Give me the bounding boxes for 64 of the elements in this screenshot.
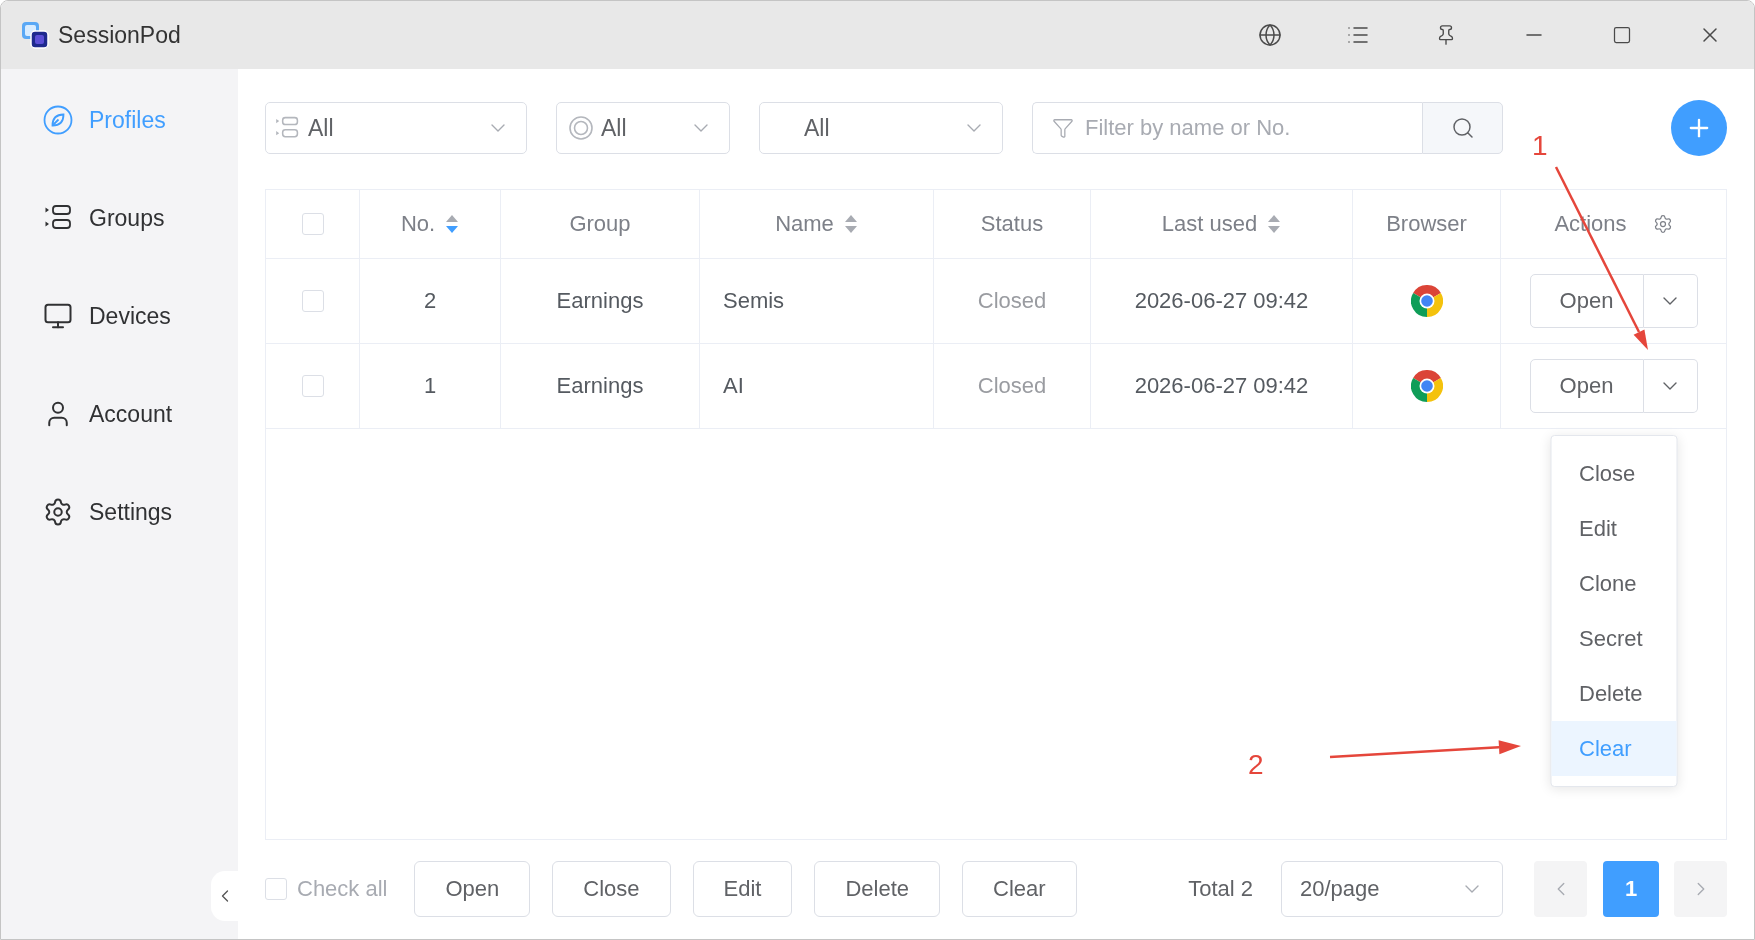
table-cell: 2026-06-27 09:42 (1091, 344, 1353, 428)
bulk-action-button[interactable]: Open (414, 861, 531, 917)
bulk-action-button[interactable]: Edit (692, 861, 793, 917)
column-header: Browser (1386, 211, 1467, 237)
sidebar-item[interactable]: Devices (1, 267, 238, 365)
menu-item[interactable]: Delete (1551, 666, 1676, 721)
globe-icon[interactable] (1258, 23, 1282, 47)
filter-icon (1052, 117, 1074, 139)
total-count: Total 2 (1188, 876, 1253, 902)
bulk-action-button[interactable]: Close (552, 861, 671, 917)
open-button[interactable]: Open (1529, 274, 1644, 328)
settings-icon[interactable] (1652, 214, 1673, 234)
more-actions-button[interactable] (1643, 274, 1698, 328)
browser-icon (1410, 285, 1443, 317)
sidebar-item[interactable]: Account (1, 365, 238, 463)
search-field[interactable]: Filter by name or No. (1032, 102, 1422, 154)
table-cell: AI (700, 344, 934, 428)
table-cell: Semis (700, 259, 934, 343)
monitor-icon (43, 301, 73, 331)
table-cell: 2026-06-27 09:42 (1091, 259, 1353, 343)
column-header[interactable]: No. (400, 211, 436, 237)
table-cell: 2 (360, 259, 501, 343)
collapse-sidebar-button[interactable] (211, 871, 238, 921)
table-cell: Closed (934, 259, 1091, 343)
column-header[interactable]: Name (775, 211, 834, 237)
more-actions-button[interactable] (1643, 359, 1698, 413)
sidebar-item[interactable]: Settings (1, 463, 238, 561)
filter-select[interactable]: All (556, 102, 730, 154)
checkbox[interactable] (301, 213, 324, 235)
add-button[interactable] (1671, 100, 1727, 156)
menu-item[interactable]: Edit (1551, 501, 1676, 556)
window-title: SessionPod (58, 21, 181, 49)
annotation-number: 1 (1532, 132, 1548, 160)
page-size-select[interactable]: 20/page (1281, 861, 1503, 917)
search-icon (1450, 116, 1475, 140)
sort-icon[interactable] (445, 214, 460, 234)
sidebar-item[interactable]: Groups (1, 169, 238, 267)
sort-icon[interactable] (843, 214, 858, 234)
logo-icon (21, 21, 49, 49)
ring-icon (569, 116, 593, 140)
checkbox[interactable] (301, 290, 324, 312)
leaf-icon (43, 105, 73, 135)
filter-select[interactable]: All (265, 102, 527, 154)
bulk-action-button[interactable]: Delete (814, 861, 941, 917)
filter-select[interactable]: All (759, 102, 1003, 154)
menu-item[interactable]: Secret (1551, 611, 1676, 666)
column-header: Group (569, 211, 631, 237)
search-button[interactable] (1422, 102, 1503, 154)
bulk-action-button[interactable]: Clear (962, 861, 1077, 917)
column-header: Status (980, 211, 1044, 237)
maximize-icon[interactable] (1612, 25, 1632, 45)
table-cell: Closed (934, 344, 1091, 428)
table-cell: Earnings (501, 344, 700, 428)
table-cell: 1 (360, 344, 501, 428)
column-header[interactable]: Last used (1161, 211, 1258, 237)
menu-item[interactable]: Close (1551, 446, 1676, 501)
browser-icon (1410, 370, 1443, 402)
checkbox[interactable] (301, 375, 324, 397)
open-button[interactable]: Open (1529, 359, 1644, 413)
menu-item[interactable]: Clone (1551, 556, 1676, 611)
settings-icon (43, 497, 73, 527)
annotation-number: 2 (1248, 751, 1264, 779)
table-cell: Earnings (501, 259, 700, 343)
sort-icon[interactable] (1267, 214, 1282, 234)
